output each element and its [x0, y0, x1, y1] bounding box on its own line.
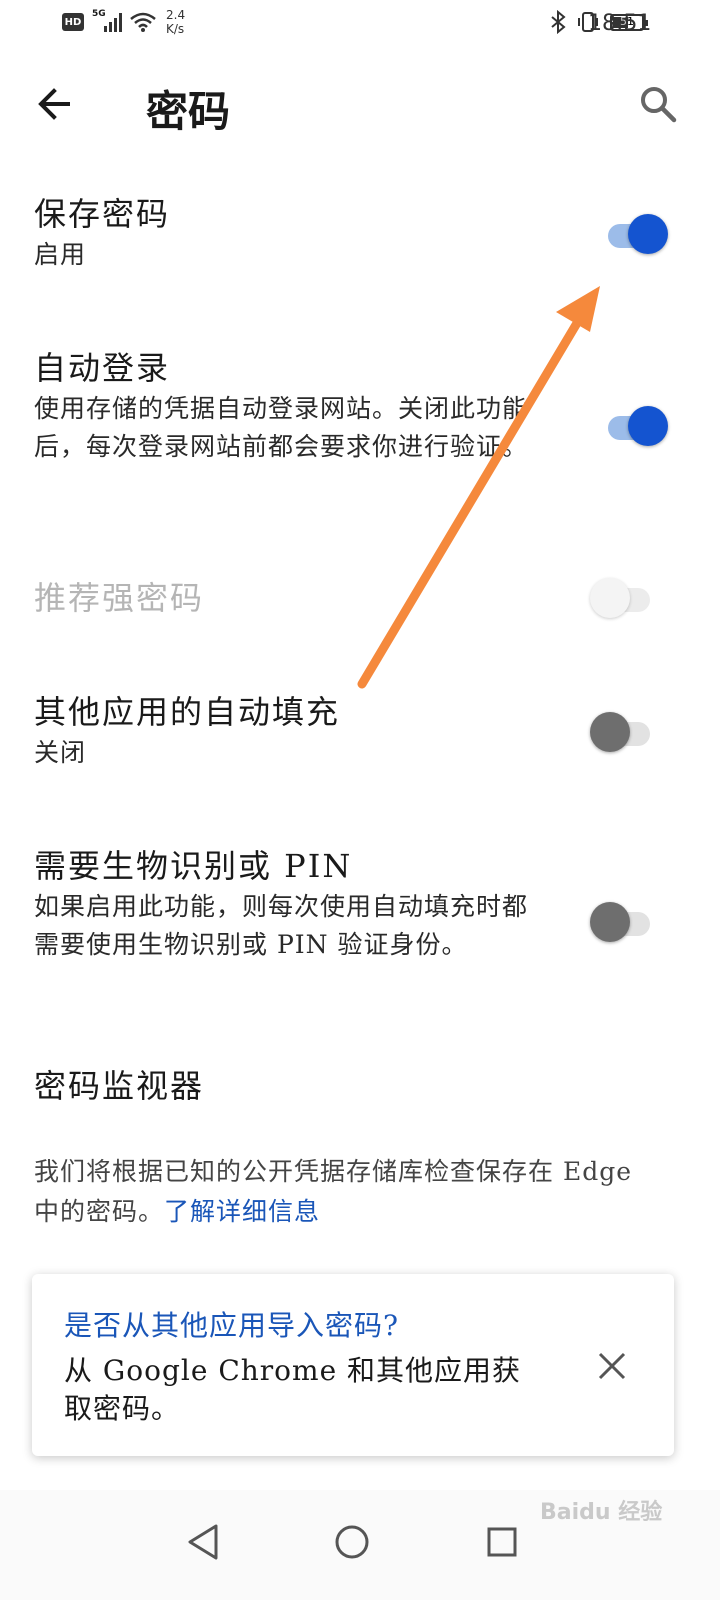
baidu-watermark: Baidu 经验 — [540, 1500, 663, 1525]
bluetooth-icon — [551, 10, 566, 34]
hd-badge: HD — [62, 13, 84, 31]
close-icon[interactable] — [594, 1348, 630, 1384]
setting-title: 自动登录 — [34, 349, 171, 387]
autofill-other-apps-toggle[interactable] — [590, 710, 658, 754]
speed-value: 2.4 — [166, 8, 186, 22]
setting-autofill-other-apps[interactable]: 其他应用的自动填充 关闭 — [34, 690, 686, 772]
setting-title: 其他应用的自动填充 — [34, 693, 341, 731]
auto-sign-in-toggle[interactable] — [602, 404, 668, 448]
square-recents-icon[interactable] — [472, 1512, 532, 1572]
save-passwords-toggle[interactable] — [602, 212, 668, 256]
setting-subtitle: 关闭 — [34, 738, 87, 767]
setting-suggest-strong-passwords: 推荐强密码 — [34, 576, 686, 620]
import-card-title[interactable]: 是否从其他应用导入密码? — [64, 1308, 399, 1344]
cellular-signal-icon: 5G — [92, 9, 122, 32]
status-bar: HD 5G 2.4 K/s 51 18:51 — [0, 0, 720, 48]
setting-require-biometrics[interactable]: 需要生物识别或 PIN 如果启用此功能，则每次使用自动填充时都需要使用生物识别或… — [34, 844, 686, 964]
app-bar: 密码 — [0, 72, 720, 136]
learn-more-link[interactable]: 了解详细信息 — [164, 1197, 320, 1226]
triangle-back-icon[interactable] — [172, 1512, 232, 1572]
circle-home-icon[interactable] — [322, 1512, 382, 1572]
back-arrow-icon[interactable] — [30, 78, 82, 130]
password-monitor-description: 我们将根据已知的公开凭据存储库检查保存在 Edge 中的密码。了解详细信息 — [34, 1152, 664, 1232]
setting-title: 保存密码 — [34, 195, 171, 233]
setting-subtitle: 如果启用此功能，则每次使用自动填充时都需要使用生物识别或 PIN 验证身份。 — [34, 892, 529, 959]
search-icon[interactable] — [632, 78, 684, 130]
network-speed: 2.4 K/s — [166, 8, 185, 36]
setting-auto-sign-in[interactable]: 自动登录 使用存储的凭据自动登录网站。关闭此功能后，每次登录网站前都会要求你进行… — [34, 346, 686, 466]
setting-subtitle: 启用 — [34, 240, 87, 269]
clock: 18:51 — [588, 11, 652, 36]
monitor-description-text: 我们将根据已知的公开凭据存储库检查保存在 Edge 中的密码。 — [34, 1157, 632, 1226]
import-passwords-card: 是否从其他应用导入密码? 从 Google Chrome 和其他应用获取密码。 — [32, 1274, 674, 1456]
suggest-strong-passwords-toggle — [590, 576, 658, 620]
setting-title: 推荐强密码 — [34, 579, 205, 617]
password-monitor-title: 密码监视器 — [34, 1067, 205, 1105]
import-card-body: 从 Google Chrome 和其他应用获取密码。 — [64, 1354, 522, 1425]
setting-title: 需要生物识别或 PIN — [34, 847, 353, 885]
wifi-icon — [130, 12, 156, 32]
network-type: 5G — [92, 9, 106, 19]
speed-unit: K/s — [166, 22, 185, 36]
setting-save-passwords[interactable]: 保存密码 启用 — [34, 192, 686, 274]
page-title: 密码 — [146, 87, 231, 136]
setting-subtitle: 使用存储的凭据自动登录网站。关闭此功能后，每次登录网站前都会要求你进行验证。 — [34, 394, 529, 461]
require-biometrics-toggle[interactable] — [590, 900, 658, 944]
status-left: HD 5G 2.4 K/s — [62, 8, 185, 36]
